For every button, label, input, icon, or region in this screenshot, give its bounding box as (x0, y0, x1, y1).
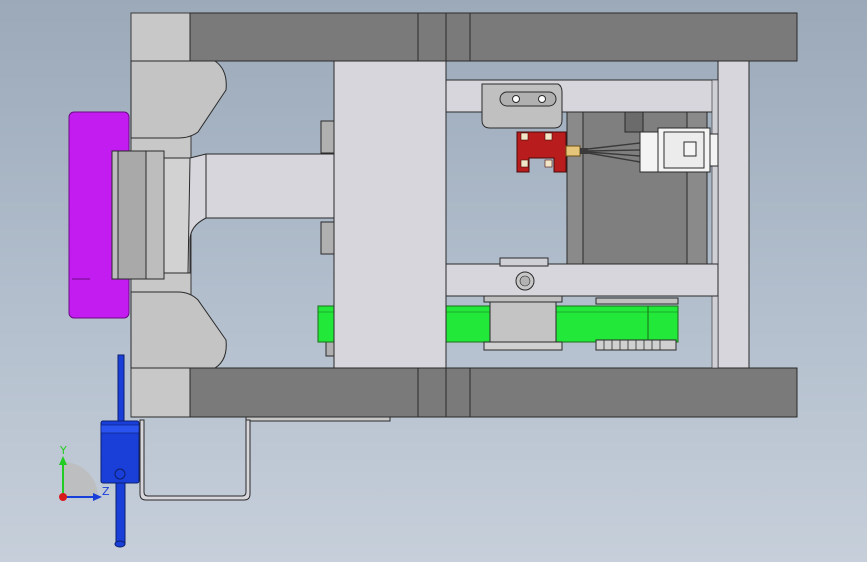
upper-clamp-arm (130, 60, 227, 139)
y-axis-label: Y (59, 444, 67, 457)
lower-crossbar (445, 263, 719, 297)
piston-rod (187, 153, 335, 274)
z-axis-label: Z (102, 485, 110, 498)
bottom-tab (131, 416, 391, 422)
center-plate (333, 60, 447, 369)
cylinder-rod-lower (115, 482, 126, 544)
cable-connector (639, 131, 659, 173)
sheet-bracket (139, 419, 251, 501)
cylinder-rod-upper (117, 354, 125, 423)
drive-pulley (489, 299, 557, 347)
bottom-rail (189, 367, 798, 418)
top-rail (189, 12, 798, 62)
lower-clamp-arm (130, 291, 227, 369)
right-post (717, 60, 750, 369)
cad-viewport[interactable]: Y Z (0, 0, 867, 562)
assembly-drawing: Y Z (59, 12, 798, 548)
